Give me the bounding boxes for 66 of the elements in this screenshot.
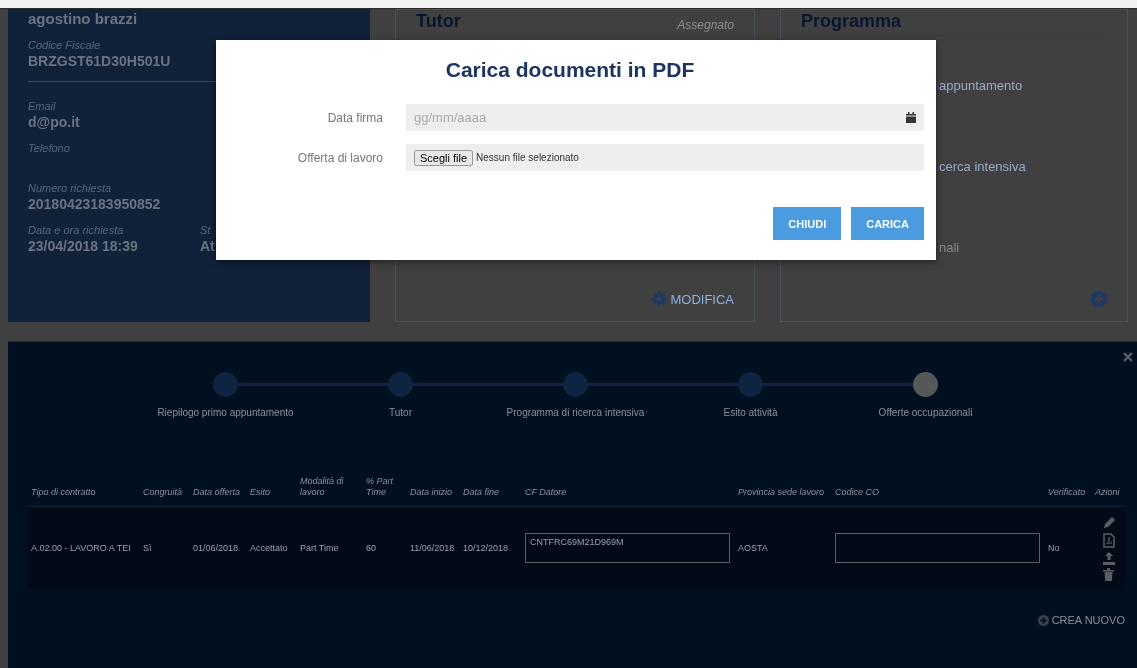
- close-icon[interactable]: [1123, 352, 1133, 362]
- table-cell: 10/12/2018: [460, 506, 522, 590]
- column-header: CF Datore: [522, 476, 735, 507]
- step-dot[interactable]: [388, 372, 413, 397]
- table-cell: 01/06/2018: [190, 506, 247, 590]
- step-label[interactable]: Riepilogo primo appuntamento: [157, 407, 294, 418]
- program-item[interactable]: cerca intensiva: [939, 159, 1107, 174]
- column-header: Verificato: [1045, 476, 1092, 507]
- column-header: Congruità: [140, 476, 190, 507]
- field-label: Telefono: [28, 142, 70, 154]
- field-value: 20180423183950852: [28, 196, 161, 212]
- create-button[interactable]: CREA NUOVO: [1037, 614, 1125, 626]
- file-status: Nessun file selezionato: [476, 152, 579, 163]
- column-header: Data fine: [460, 476, 522, 507]
- column-header: % Part Time: [363, 476, 407, 507]
- step-dot[interactable]: [563, 372, 588, 397]
- field-value: d@po.it: [28, 114, 80, 130]
- field-label: Data firma: [326, 110, 384, 125]
- table-cell: 11/06/2018: [407, 506, 460, 590]
- program-item[interactable]: appuntamento: [939, 78, 1107, 93]
- pdf-file-icon[interactable]: [1102, 532, 1115, 548]
- field-label: Email: [28, 100, 56, 112]
- step-dot[interactable]: [738, 372, 763, 397]
- step-dot[interactable]: [913, 372, 938, 397]
- step-label[interactable]: Esito attività: [723, 407, 778, 418]
- field-label: Data e ora richiesta: [28, 224, 124, 236]
- plus-circle-icon: [1037, 614, 1049, 626]
- step-label[interactable]: Tutor: [389, 407, 412, 418]
- table-cell: Sì: [140, 506, 190, 590]
- choose-file-button[interactable]: Scegli file: [414, 149, 474, 166]
- input-field[interactable]: CNTFRC69M21D969M: [525, 533, 730, 564]
- table-cell: AOSTA: [735, 506, 832, 590]
- field-label: Offerta di lavoro: [296, 150, 384, 165]
- field-value: BRZGST61D30H501U: [28, 53, 171, 69]
- column-header: Tipo di contratto: [28, 476, 140, 507]
- trash-icon[interactable]: [1103, 567, 1114, 581]
- person-name: agostino brazzi: [28, 10, 139, 27]
- edit-button[interactable]: MODIFICA: [651, 291, 734, 307]
- upload-icon[interactable]: [1101, 550, 1116, 565]
- column-header: Provincia sede lavoro: [735, 476, 832, 507]
- field-label: Numero richiesta: [28, 182, 112, 194]
- field-label: Codice Fiscale: [28, 39, 101, 51]
- field-value: At: [200, 238, 215, 254]
- column-header: Data offerta: [190, 476, 247, 507]
- field-label: St: [200, 224, 211, 236]
- table-cell: Accettato: [247, 506, 297, 590]
- gear-icon: [651, 291, 668, 307]
- column-header: Data inizio: [407, 476, 460, 507]
- column-header: Esito: [247, 476, 297, 507]
- field-value: 23/04/2018 18:39: [28, 238, 138, 254]
- column-header: Codice CO: [832, 476, 1045, 507]
- status-text: Assegnato: [677, 18, 734, 32]
- step-label[interactable]: Offerte occupazionali: [878, 407, 973, 418]
- step-label[interactable]: Programma di ricerca intensiva: [506, 407, 645, 418]
- step-dot[interactable]: [213, 372, 238, 397]
- input-field[interactable]: [835, 533, 1040, 564]
- table-cell: A.02.00 - LAVORO A TEI: [28, 506, 140, 590]
- column-header: Azioni: [1092, 476, 1125, 507]
- table-cell: No: [1045, 506, 1092, 590]
- date-field[interactable]: gg/mm/aaaa: [406, 104, 924, 131]
- pencil-icon[interactable]: [1101, 515, 1116, 530]
- calendar-icon: [906, 112, 916, 123]
- modal-title: Carica documenti in PDF: [444, 58, 696, 82]
- column-header: Modalità di lavoro: [297, 476, 363, 507]
- table-cell: 60: [363, 506, 407, 590]
- table-cell: Part Time: [297, 506, 363, 590]
